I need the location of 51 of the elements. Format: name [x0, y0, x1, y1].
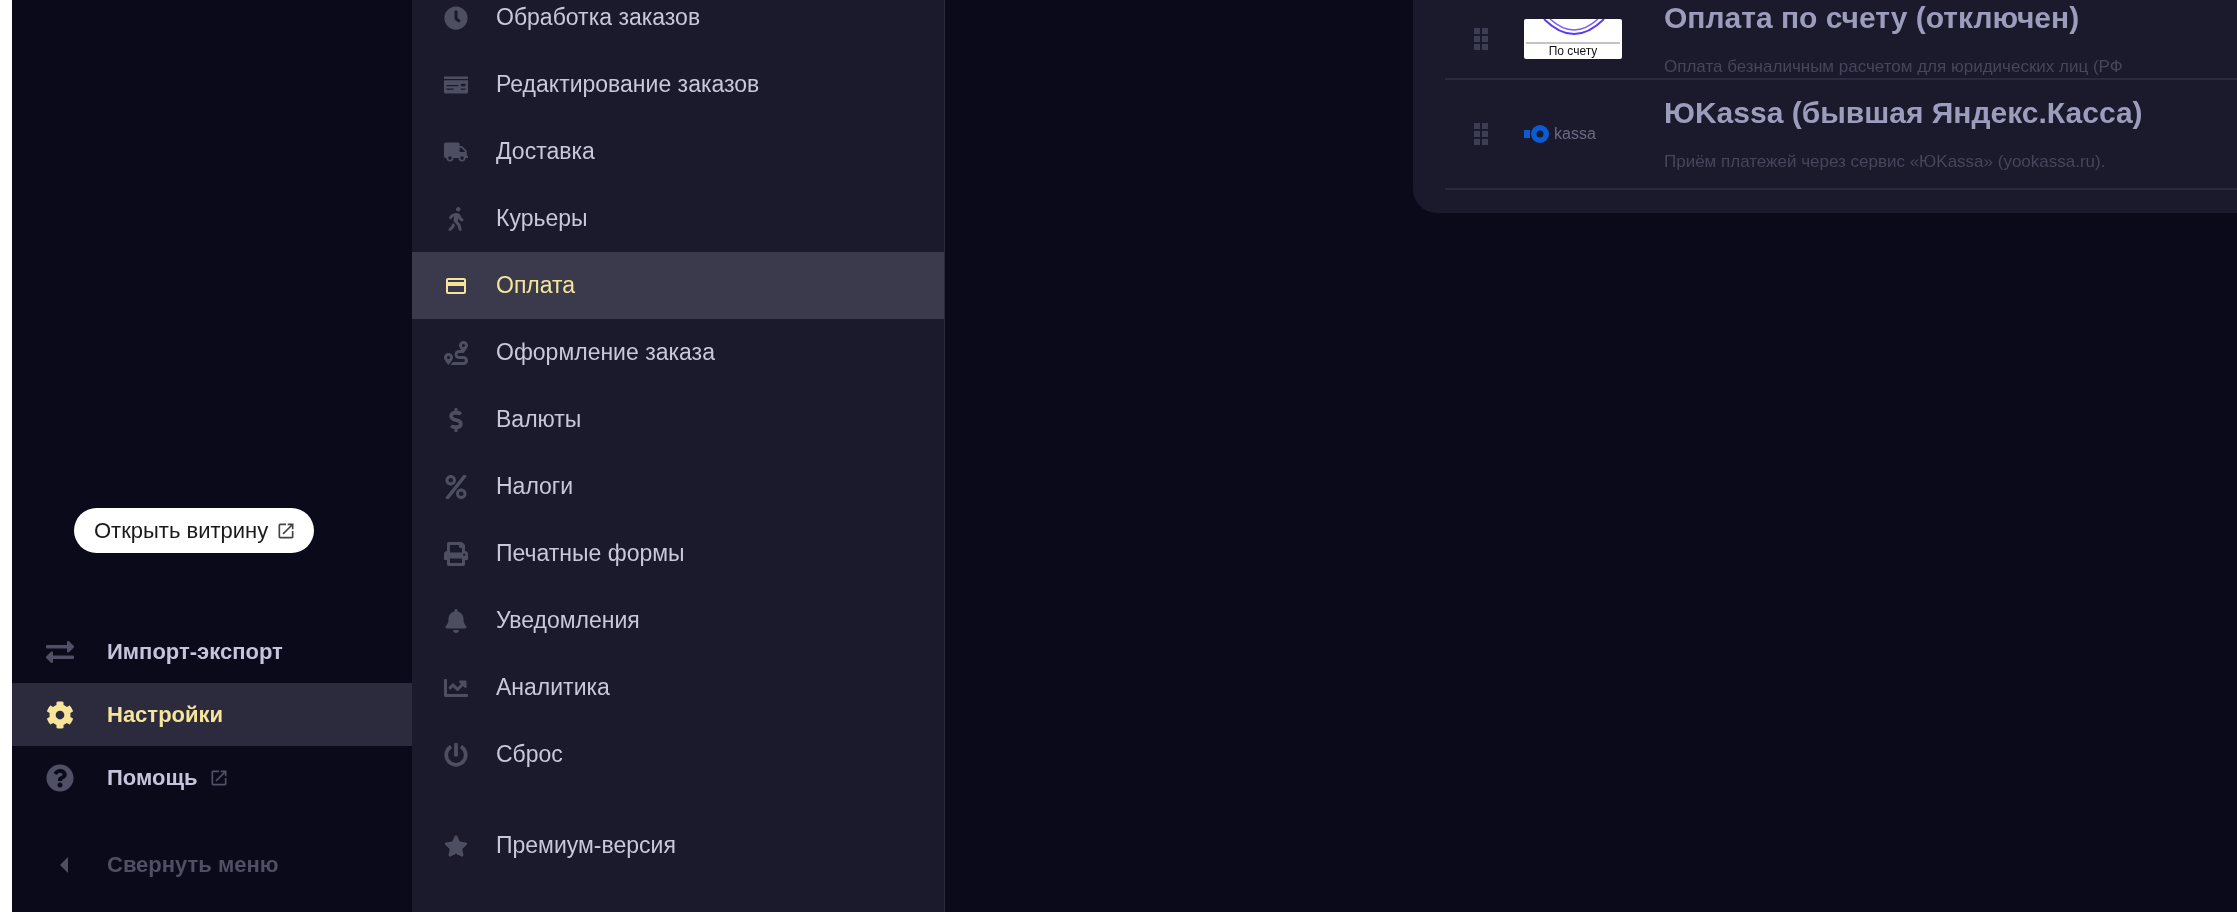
kassa-logo: kassa: [1524, 122, 1612, 146]
nav-item[interactable]: Импорт-экспорт: [12, 620, 412, 683]
truck-icon: [444, 139, 468, 164]
menu-label: Оплата: [496, 272, 576, 299]
menu-label: Премиум-версия: [496, 832, 676, 859]
menu-label: Налоги: [496, 473, 574, 500]
bell-icon: [444, 608, 468, 633]
settings-menu-item[interactable]: Обработка заказов: [412, 0, 944, 51]
nav-label: Импорт-экспорт: [107, 638, 283, 665]
settings-menu-item[interactable]: Уведомления: [412, 587, 944, 654]
open-storefront-button[interactable]: Открыть витрину: [74, 508, 315, 553]
drag-handle-icon[interactable]: [1474, 123, 1488, 145]
star-icon: [444, 833, 468, 858]
settings-menu-item[interactable]: Валюты: [412, 386, 944, 453]
nav-item[interactable]: Помощь: [12, 746, 412, 809]
help-icon: [46, 763, 74, 792]
settings-icon: [46, 700, 74, 729]
settings-menu-item[interactable]: Печатные формы: [412, 520, 944, 587]
clock-icon: [444, 5, 468, 30]
nav-label: Свернуть меню: [107, 851, 279, 878]
printer-icon: [444, 541, 468, 566]
settings-menu-item[interactable]: Доставка: [412, 118, 944, 185]
settings-menu-item[interactable]: Налоги: [412, 453, 944, 520]
invoice-logo: По счету: [1524, 19, 1622, 59]
settings-menu-item[interactable]: Оформление заказа: [412, 319, 944, 386]
menu-label: Уведомления: [496, 607, 640, 634]
route-icon: [444, 340, 468, 365]
nav-label: Настройки: [107, 701, 224, 728]
menu-label: Доставка: [496, 138, 595, 165]
payment-method-title: ЮKassa (бывшая Яндекс.Касса): [1664, 96, 2143, 130]
menu-label: Обработка заказов: [496, 4, 701, 31]
power-icon: [444, 742, 468, 767]
menu-label: Аналитика: [496, 674, 610, 701]
settings-menu-item[interactable]: Курьеры: [412, 185, 944, 252]
settings-menu-item[interactable]: Оплата: [412, 252, 944, 319]
menu-label: Валюты: [496, 406, 582, 433]
menu-label: Сброс: [496, 741, 563, 768]
payment-method-title: Оплата по счету (отключен): [1664, 1, 2081, 35]
menu-label: Печатные формы: [496, 540, 685, 567]
percent-icon: [444, 474, 468, 499]
settings-menu-item[interactable]: Премиум-версия: [412, 812, 944, 879]
settings-menu-item[interactable]: Сброс: [412, 721, 944, 788]
settings-menu-item[interactable]: Редактирование заказов: [412, 51, 944, 118]
drag-handle-icon[interactable]: [1474, 28, 1488, 50]
caret-icon: [60, 856, 68, 873]
nav-label: Помощь: [107, 764, 198, 791]
settings-menu-item[interactable]: Аналитика: [412, 654, 944, 721]
menu-label: Редактирование заказов: [496, 71, 760, 98]
nav-item[interactable]: Настройки: [12, 683, 412, 746]
menu-label: Курьеры: [496, 205, 588, 232]
menu-label: Оформление заказа: [496, 339, 715, 366]
